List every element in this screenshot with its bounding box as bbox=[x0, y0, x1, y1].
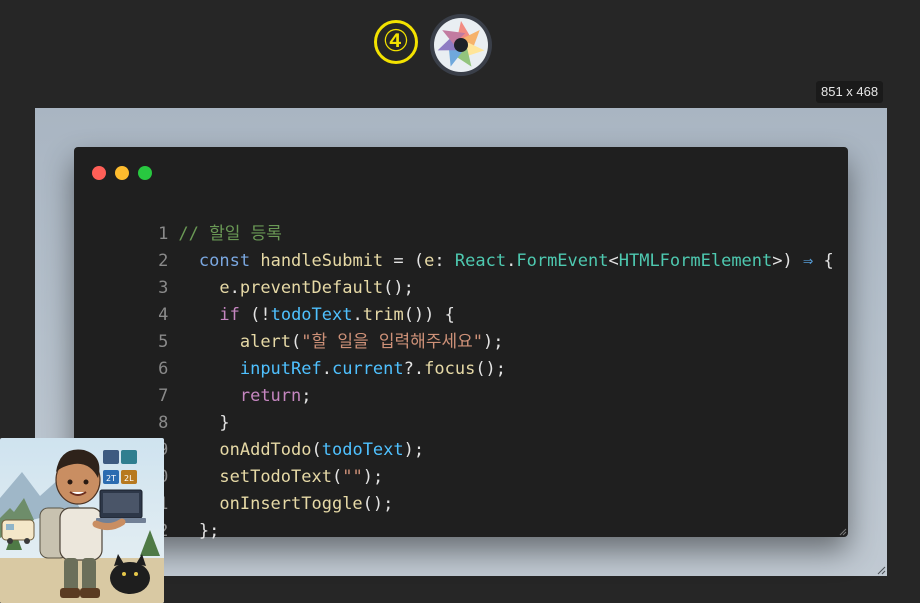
resize-handle-icon[interactable] bbox=[839, 528, 847, 536]
code-line: 4 if (!todoText.trim()) { bbox=[74, 275, 848, 325]
developer-avatar-icon: 2T 2L bbox=[0, 438, 164, 603]
resize-handle-icon[interactable] bbox=[877, 566, 886, 575]
code-window: 1// 할일 등록 2 const handleSubmit = (e: Rea… bbox=[74, 147, 848, 541]
code-line: 11 onInsertToggle(); bbox=[74, 464, 848, 514]
code-line: 6 inputRef.current?.focus(); bbox=[74, 329, 848, 379]
step-number-badge: ④ bbox=[374, 20, 418, 64]
code-line: 9 onAddTodo(todoText); bbox=[74, 410, 848, 460]
minimize-window-button[interactable] bbox=[115, 166, 129, 180]
code-line: 10 setTodoText(""); bbox=[74, 437, 848, 487]
dimensions-badge: 851 x 468 bbox=[816, 81, 884, 103]
avatar-badge-2t: 2T bbox=[106, 474, 116, 483]
code-line: 2 const handleSubmit = (e: React.FormEve… bbox=[74, 221, 848, 271]
code-line: 8 } bbox=[74, 383, 848, 433]
aperture-icon bbox=[430, 14, 492, 76]
avatar-badge-2l: 2L bbox=[124, 474, 134, 483]
code-block: 1// 할일 등록 2 const handleSubmit = (e: Rea… bbox=[74, 194, 848, 541]
close-window-button[interactable] bbox=[92, 166, 106, 180]
maximize-window-button[interactable] bbox=[138, 166, 152, 180]
code-punct: }; bbox=[198, 521, 220, 541]
code-line: 12 }; bbox=[74, 491, 848, 541]
code-line: 3 e.preventDefault(); bbox=[74, 248, 848, 298]
code-line: 1// 할일 등록 bbox=[74, 194, 848, 244]
code-line: 5 alert("할 일을 입력해주세요"); bbox=[74, 302, 848, 352]
code-line: 7 return; bbox=[74, 356, 848, 406]
